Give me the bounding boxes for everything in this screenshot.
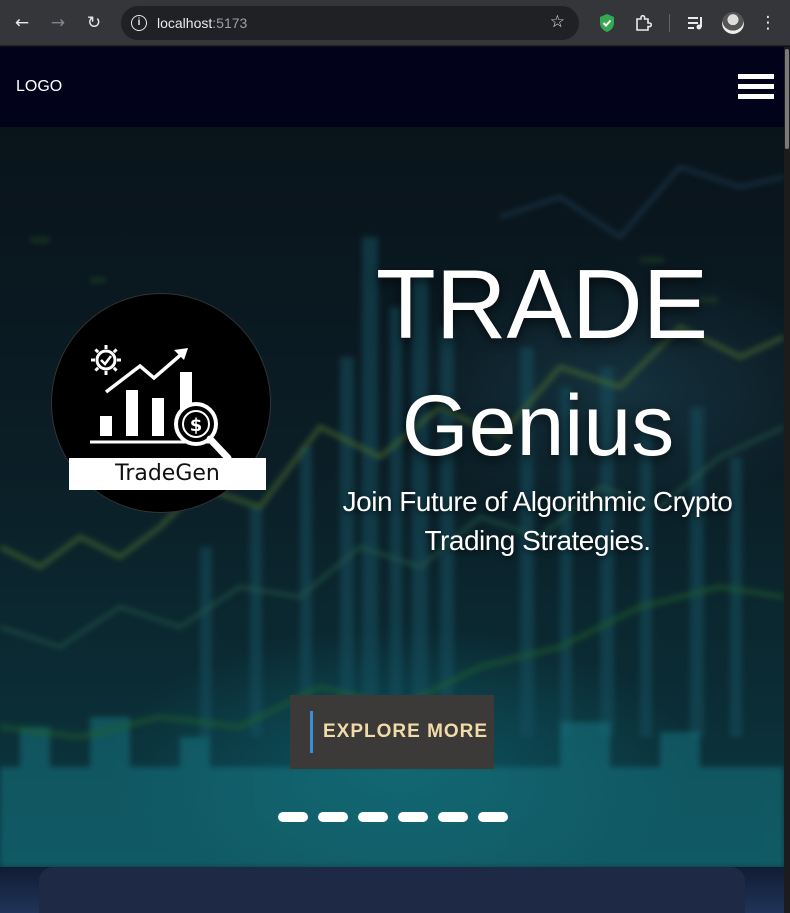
top-navbar: LOGO xyxy=(0,47,784,127)
browser-toolbar: ← → ↻ i localhost:5173 ☆ ⋮ xyxy=(0,0,790,46)
svg-text:$: $ xyxy=(190,415,203,436)
tradegen-logo: $ TradeGen xyxy=(51,293,271,513)
logo-text[interactable]: LOGO xyxy=(16,78,62,96)
hero-title-line2: Genius xyxy=(401,378,675,474)
address-bar[interactable]: i localhost:5173 ☆ xyxy=(121,6,579,40)
back-arrow-icon[interactable]: ← xyxy=(10,11,34,35)
carousel-dot-1[interactable] xyxy=(278,812,308,822)
brand-label: TradeGen xyxy=(69,458,266,490)
reload-icon[interactable]: ↻ xyxy=(82,11,106,35)
media-queue-icon[interactable] xyxy=(684,11,708,35)
carousel-dot-2[interactable] xyxy=(318,812,348,822)
url-port: :5173 xyxy=(212,15,248,31)
profile-avatar[interactable] xyxy=(722,12,744,34)
more-menu-icon[interactable]: ⋮ xyxy=(756,11,780,35)
page-scrollbar[interactable] xyxy=(784,47,790,913)
scrollbar-thumb[interactable] xyxy=(785,49,789,149)
forward-arrow-icon[interactable]: → xyxy=(46,11,70,35)
web-page: LOGO $ TradeGen TRADE Genius Join Future… xyxy=(0,47,784,913)
toolbar-separator xyxy=(669,14,670,32)
carousel-indicators xyxy=(278,812,508,822)
explore-more-label: EXPLORE MORE xyxy=(323,721,489,742)
bookmark-star-icon[interactable]: ☆ xyxy=(550,12,565,32)
url-text[interactable]: localhost:5173 xyxy=(157,15,247,31)
content-card xyxy=(39,867,745,913)
button-accent-bar xyxy=(310,711,313,753)
site-info-icon[interactable]: i xyxy=(131,15,147,31)
carousel-dot-5[interactable] xyxy=(438,812,468,822)
carousel-dot-4[interactable] xyxy=(398,812,428,822)
explore-more-button[interactable]: EXPLORE MORE xyxy=(290,695,494,769)
shield-extension-icon[interactable] xyxy=(595,11,619,35)
hamburger-menu-icon[interactable] xyxy=(738,74,774,100)
next-section xyxy=(0,867,784,913)
extensions-puzzle-icon[interactable] xyxy=(631,11,655,35)
carousel-dot-6[interactable] xyxy=(478,812,508,822)
hero-title-line1: TRADE xyxy=(375,249,709,359)
url-host: localhost xyxy=(157,15,213,31)
carousel-dot-3[interactable] xyxy=(358,812,388,822)
hero-section: $ TradeGen TRADE Genius Join Future of A… xyxy=(0,127,784,867)
hero-subtitle: Join Future of Algorithmic Crypto Tradin… xyxy=(342,486,733,556)
